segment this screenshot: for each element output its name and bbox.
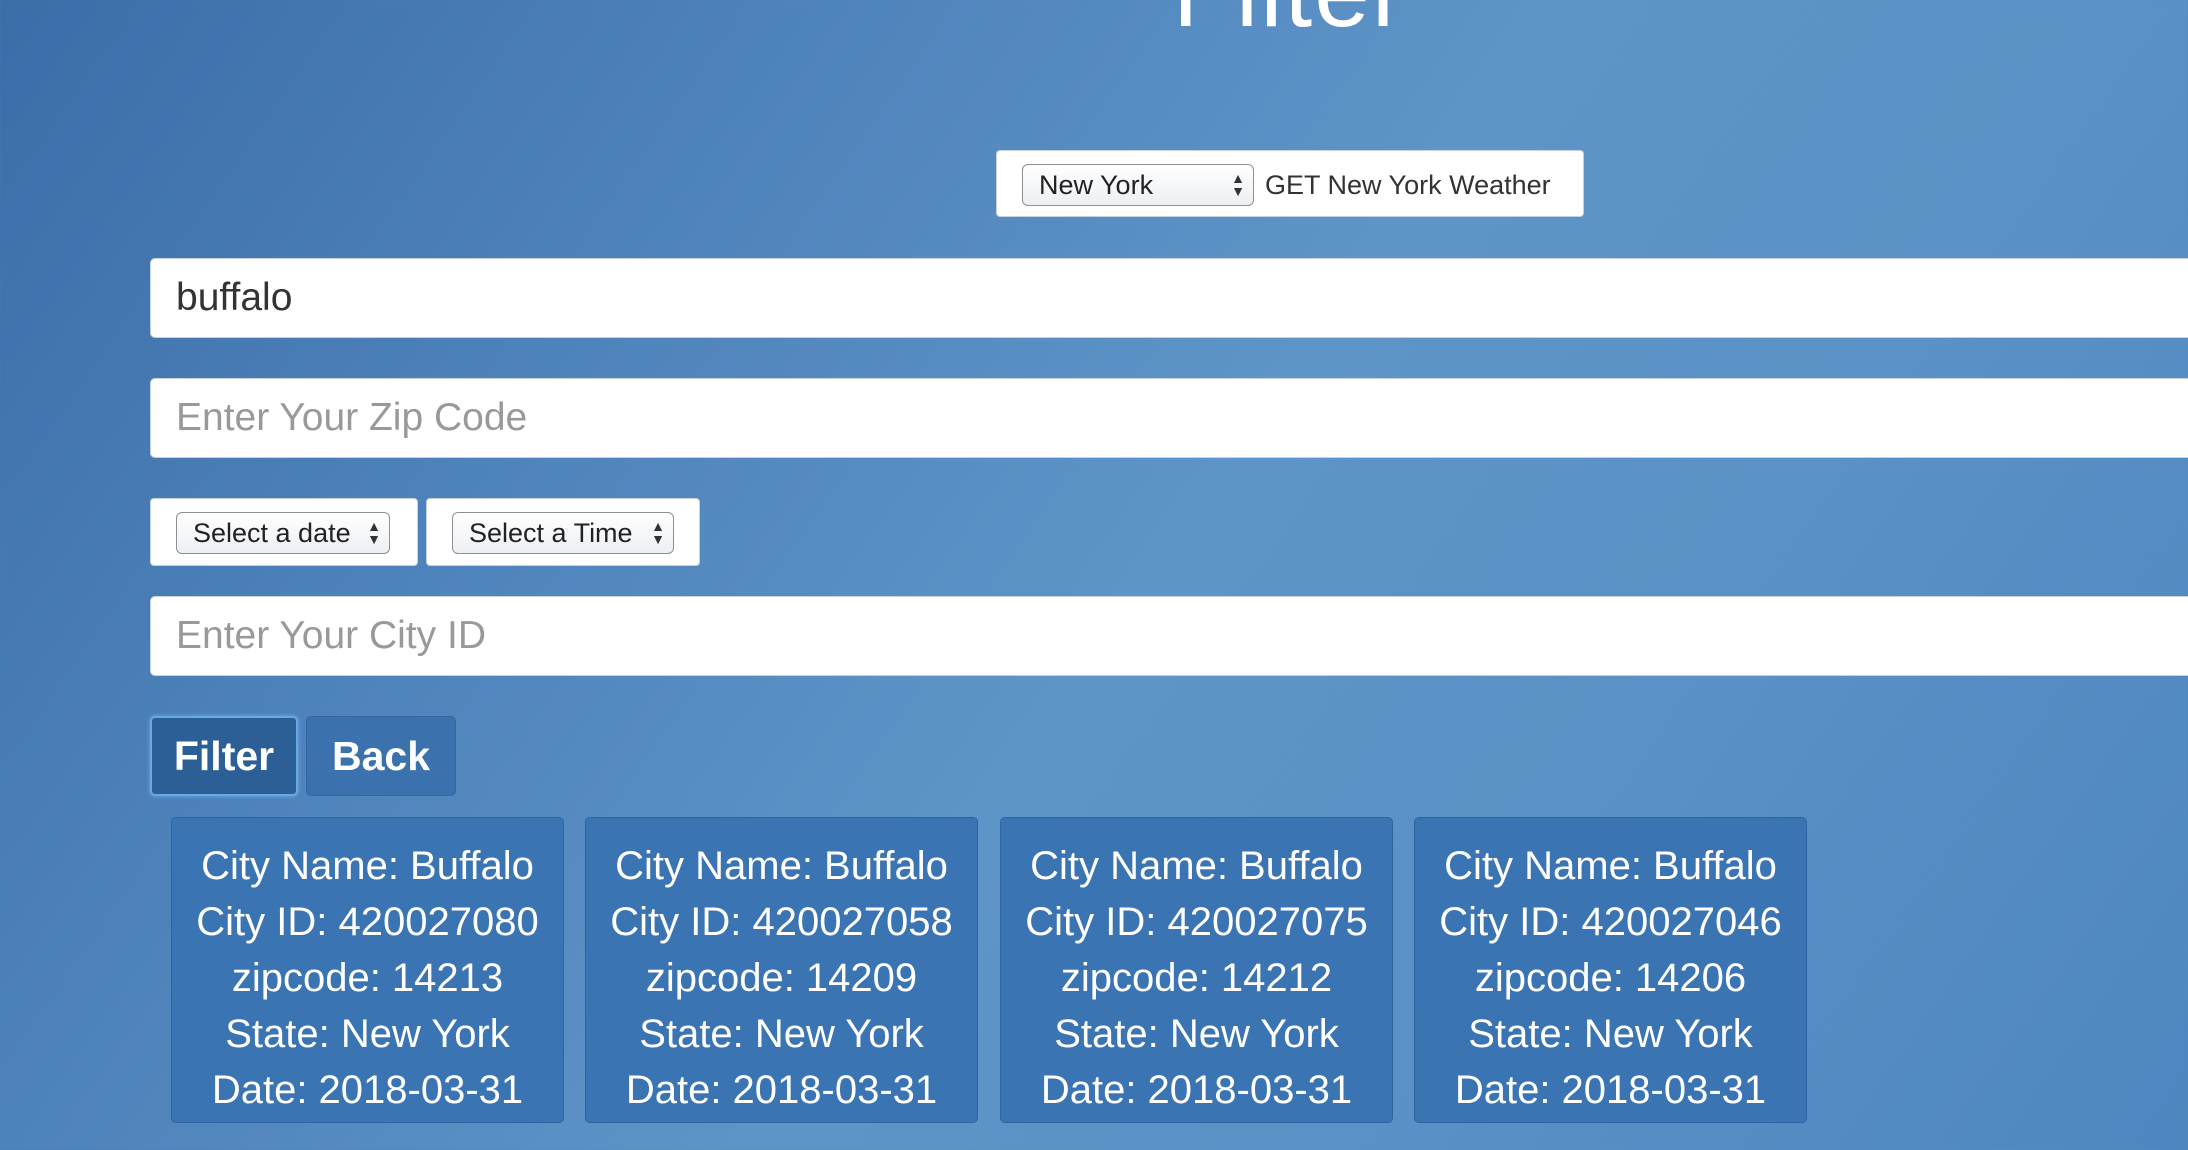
up-down-arrows-icon: ▲ ▼ xyxy=(651,518,665,547)
result-zipcode: zipcode: 14209 xyxy=(645,956,918,1000)
result-date: Date: 2018-03-31 xyxy=(1040,1068,1353,1112)
result-date: Date: 2018-03-31 xyxy=(211,1068,524,1112)
result-date: Date: 2018-03-31 xyxy=(1454,1068,1767,1112)
result-card: City Name: Buffalo City ID: 420027080 zi… xyxy=(171,817,564,1123)
city-name-input[interactable] xyxy=(150,258,2188,338)
up-down-arrows-icon: ▲ ▼ xyxy=(1231,170,1245,199)
result-city-id: City ID: 420027058 xyxy=(610,900,953,944)
up-down-arrows-icon: ▲ ▼ xyxy=(367,518,381,547)
result-city-id: City ID: 420027046 xyxy=(1439,900,1782,944)
result-city-id: City ID: 420027075 xyxy=(1025,900,1368,944)
result-state: State: New York xyxy=(639,1012,924,1056)
result-city-id: City ID: 420027080 xyxy=(196,900,539,944)
result-zipcode: zipcode: 14206 xyxy=(1474,956,1747,1000)
result-card: City Name: Buffalo City ID: 420027075 zi… xyxy=(1000,817,1393,1123)
date-select-value: Select a date xyxy=(193,517,351,548)
back-button[interactable]: Back xyxy=(306,716,456,796)
result-zipcode: zipcode: 14213 xyxy=(231,956,504,1000)
result-city-name: City Name: Buffalo xyxy=(201,844,534,888)
filter-button[interactable]: Filter xyxy=(150,716,298,796)
date-select[interactable]: Select a date ▲ ▼ xyxy=(176,512,390,554)
result-state: State: New York xyxy=(225,1012,510,1056)
zip-code-input[interactable] xyxy=(150,378,2188,458)
result-city-name: City Name: Buffalo xyxy=(615,844,948,888)
result-state: State: New York xyxy=(1468,1012,1753,1056)
state-select[interactable]: New York ▲ ▼ xyxy=(1022,164,1254,206)
get-weather-label: GET New York Weather xyxy=(1265,170,1551,200)
result-date: Date: 2018-03-31 xyxy=(625,1068,938,1112)
result-state: State: New York xyxy=(1054,1012,1339,1056)
page-title: Filter xyxy=(1090,0,1490,42)
city-id-input[interactable] xyxy=(150,596,2188,676)
result-city-name: City Name: Buffalo xyxy=(1444,844,1777,888)
result-zipcode: zipcode: 14212 xyxy=(1060,956,1333,1000)
time-select-value: Select a Time xyxy=(469,517,633,548)
time-select[interactable]: Select a Time ▲ ▼ xyxy=(452,512,674,554)
state-select-value: New York xyxy=(1039,169,1154,200)
result-card: City Name: Buffalo City ID: 420027046 zi… xyxy=(1414,817,1807,1123)
result-city-name: City Name: Buffalo xyxy=(1030,844,1363,888)
result-card: City Name: Buffalo City ID: 420027058 zi… xyxy=(585,817,978,1123)
